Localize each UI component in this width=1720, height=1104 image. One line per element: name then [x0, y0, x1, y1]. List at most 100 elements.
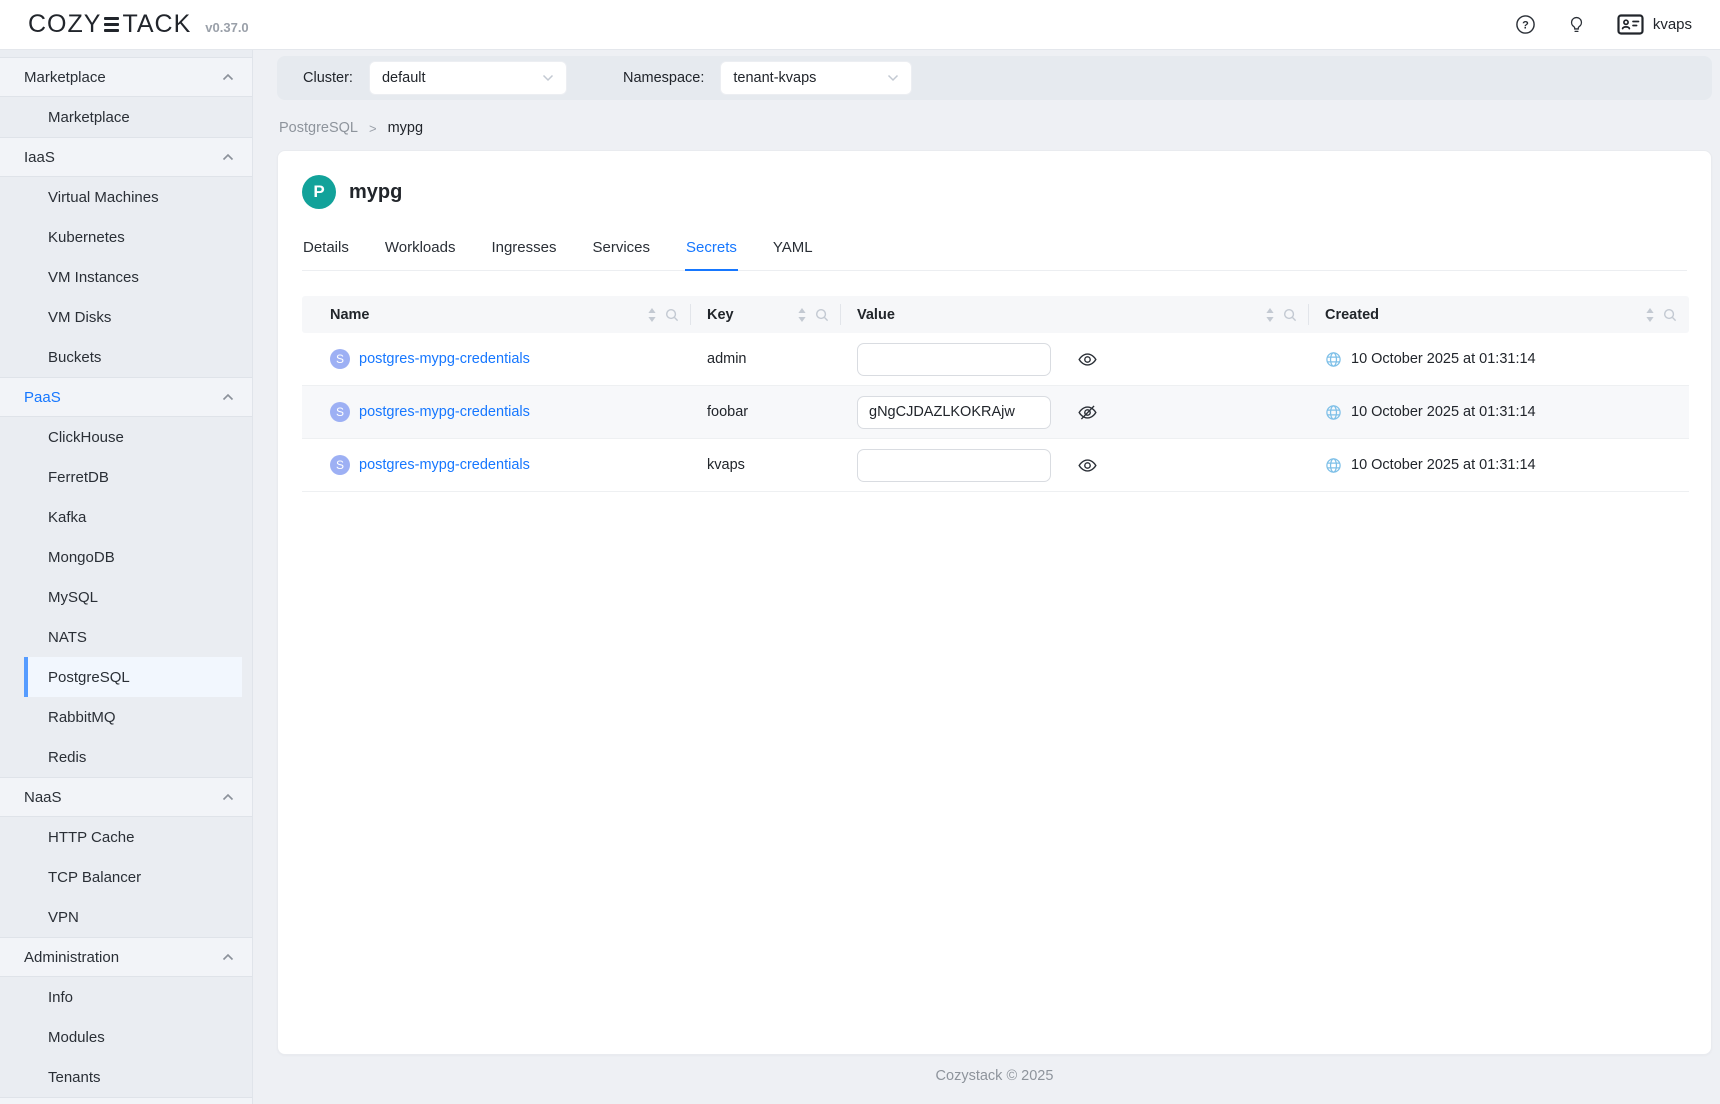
- column-header-name: Name: [302, 296, 691, 333]
- sidebar-item-clickhouse[interactable]: ClickHouse: [0, 417, 242, 457]
- item-label: MongoDB: [48, 549, 115, 566]
- item-label: Kubernetes: [48, 229, 125, 246]
- hint-button[interactable]: [1566, 14, 1587, 36]
- reveal-value-button[interactable]: [1077, 455, 1098, 476]
- svg-text:?: ?: [1522, 19, 1529, 31]
- sidebar-item-rabbitmq[interactable]: RabbitMQ: [0, 697, 242, 737]
- chevron-down-icon: [542, 74, 554, 82]
- sidebar-item-redis[interactable]: Redis: [0, 737, 242, 777]
- sidebar-group-paas[interactable]: PaaS: [0, 377, 252, 417]
- namespace-value: tenant-kvaps: [733, 70, 816, 86]
- logo-text-suffix: TACK: [122, 10, 191, 39]
- secret-name-link[interactable]: postgres-mypg-credentials: [359, 404, 530, 420]
- item-label: ClickHouse: [48, 429, 124, 446]
- created-cell: 10 October 2025 at 01:31:14: [1309, 439, 1689, 491]
- column-header-key: Key: [691, 296, 841, 333]
- item-label: Redis: [48, 749, 86, 766]
- group-label: Marketplace: [24, 69, 106, 86]
- sidebar-item-vm-disks[interactable]: VM Disks: [0, 297, 242, 337]
- sidebar-item-tcp-balancer[interactable]: TCP Balancer: [0, 857, 242, 897]
- value-cell: [841, 386, 1309, 438]
- sort-carets-icon[interactable]: [797, 307, 807, 323]
- sidebar-item-mysql[interactable]: MySQL: [0, 577, 242, 617]
- item-label: NATS: [48, 629, 87, 646]
- sidebar-group-marketplace[interactable]: Marketplace: [0, 57, 252, 97]
- tab-yaml[interactable]: YAML: [772, 231, 814, 271]
- item-label: TCP Balancer: [48, 869, 141, 886]
- logo-bars-icon: [104, 17, 119, 32]
- column-label: Key: [707, 307, 734, 323]
- secret-badge: S: [330, 402, 350, 422]
- item-label: HTTP Cache: [48, 829, 134, 846]
- cluster-select[interactable]: default: [369, 61, 567, 95]
- globe-icon: [1325, 457, 1342, 474]
- secrets-table: Name Key Value: [302, 296, 1689, 492]
- breadcrumb-separator: >: [369, 121, 377, 136]
- item-label: Virtual Machines: [48, 189, 159, 206]
- user-menu[interactable]: kvaps: [1617, 14, 1692, 35]
- sidebar-item-vpn[interactable]: VPN: [0, 897, 242, 937]
- sidebar-item-virtual-machines[interactable]: Virtual Machines: [0, 177, 242, 217]
- created-date: 10 October 2025 at 01:31:14: [1351, 404, 1536, 420]
- namespace-select[interactable]: tenant-kvaps: [720, 61, 912, 95]
- item-label: VM Instances: [48, 269, 139, 286]
- magnifier-icon[interactable]: [1663, 308, 1677, 322]
- sidebar-group-iaas[interactable]: IaaS: [0, 137, 252, 177]
- sidebar-item-mongodb[interactable]: MongoDB: [0, 537, 242, 577]
- reveal-value-button[interactable]: [1077, 349, 1098, 370]
- sidebar-item-info[interactable]: Info: [0, 977, 242, 1017]
- secret-name-link[interactable]: postgres-mypg-credentials: [359, 351, 530, 367]
- sidebar-item-vm-instances[interactable]: VM Instances: [0, 257, 242, 297]
- logo-text-prefix: COZY: [28, 10, 101, 39]
- chevron-up-icon: [222, 73, 234, 81]
- sidebar-cutoff-row: [0, 1097, 252, 1104]
- main-content: Cluster: default Namespace: tenant-kvaps…: [253, 50, 1720, 1104]
- sidebar-group-naas[interactable]: NaaS: [0, 777, 252, 817]
- secret-value-input[interactable]: [857, 343, 1051, 376]
- sidebar-item-modules[interactable]: Modules: [0, 1017, 242, 1057]
- magnifier-icon[interactable]: [815, 308, 829, 322]
- tab-workloads[interactable]: Workloads: [384, 231, 457, 271]
- tab-ingresses[interactable]: Ingresses: [490, 231, 557, 271]
- item-label: Kafka: [48, 509, 86, 526]
- breadcrumb-postgresql[interactable]: PostgreSQL: [279, 120, 358, 136]
- tab-services[interactable]: Services: [592, 231, 652, 271]
- magnifier-icon[interactable]: [665, 308, 679, 322]
- secret-value-input[interactable]: [857, 449, 1051, 482]
- hide-value-button[interactable]: [1077, 402, 1098, 423]
- sidebar-item-postgresql[interactable]: PostgreSQL: [24, 657, 242, 697]
- tab-details[interactable]: Details: [302, 231, 350, 271]
- sidebar-item-buckets[interactable]: Buckets: [0, 337, 242, 377]
- cluster-label: Cluster:: [303, 70, 353, 86]
- secret-name-link[interactable]: postgres-mypg-credentials: [359, 457, 530, 473]
- sidebar-item-http-cache[interactable]: HTTP Cache: [0, 817, 242, 857]
- sidebar-item-kubernetes[interactable]: Kubernetes: [0, 217, 242, 257]
- footer-copyright: Cozystack © 2025: [277, 1068, 1712, 1084]
- value-cell: [841, 439, 1309, 491]
- secret-value-input[interactable]: [857, 396, 1051, 429]
- sidebar-item-tenants[interactable]: Tenants: [0, 1057, 242, 1097]
- column-label: Value: [857, 307, 895, 323]
- sort-carets-icon[interactable]: [1645, 307, 1655, 323]
- sort-carets-icon[interactable]: [647, 307, 657, 323]
- sidebar-item-marketplace[interactable]: Marketplace: [0, 97, 242, 137]
- item-label: Info: [48, 989, 73, 1006]
- help-button[interactable]: ?: [1515, 14, 1536, 35]
- item-label: Marketplace: [48, 109, 130, 126]
- item-label: Buckets: [48, 349, 101, 366]
- tab-secrets[interactable]: Secrets: [685, 231, 738, 271]
- cluster-value: default: [382, 70, 426, 86]
- sidebar-item-kafka[interactable]: Kafka: [0, 497, 242, 537]
- sidebar-item-ferretdb[interactable]: FerretDB: [0, 457, 242, 497]
- created-date: 10 October 2025 at 01:31:14: [1351, 351, 1536, 367]
- sidebar-group-administration[interactable]: Administration: [0, 937, 252, 977]
- group-label: Administration: [24, 949, 119, 966]
- app-logo[interactable]: COZY TACK: [28, 10, 191, 39]
- created-cell: 10 October 2025 at 01:31:14: [1309, 386, 1689, 438]
- key-cell: foobar: [691, 386, 841, 438]
- item-label: FerretDB: [48, 469, 109, 486]
- magnifier-icon[interactable]: [1283, 308, 1297, 322]
- column-header-value: Value: [841, 296, 1309, 333]
- sidebar-item-nats[interactable]: NATS: [0, 617, 242, 657]
- sort-carets-icon[interactable]: [1265, 307, 1275, 323]
